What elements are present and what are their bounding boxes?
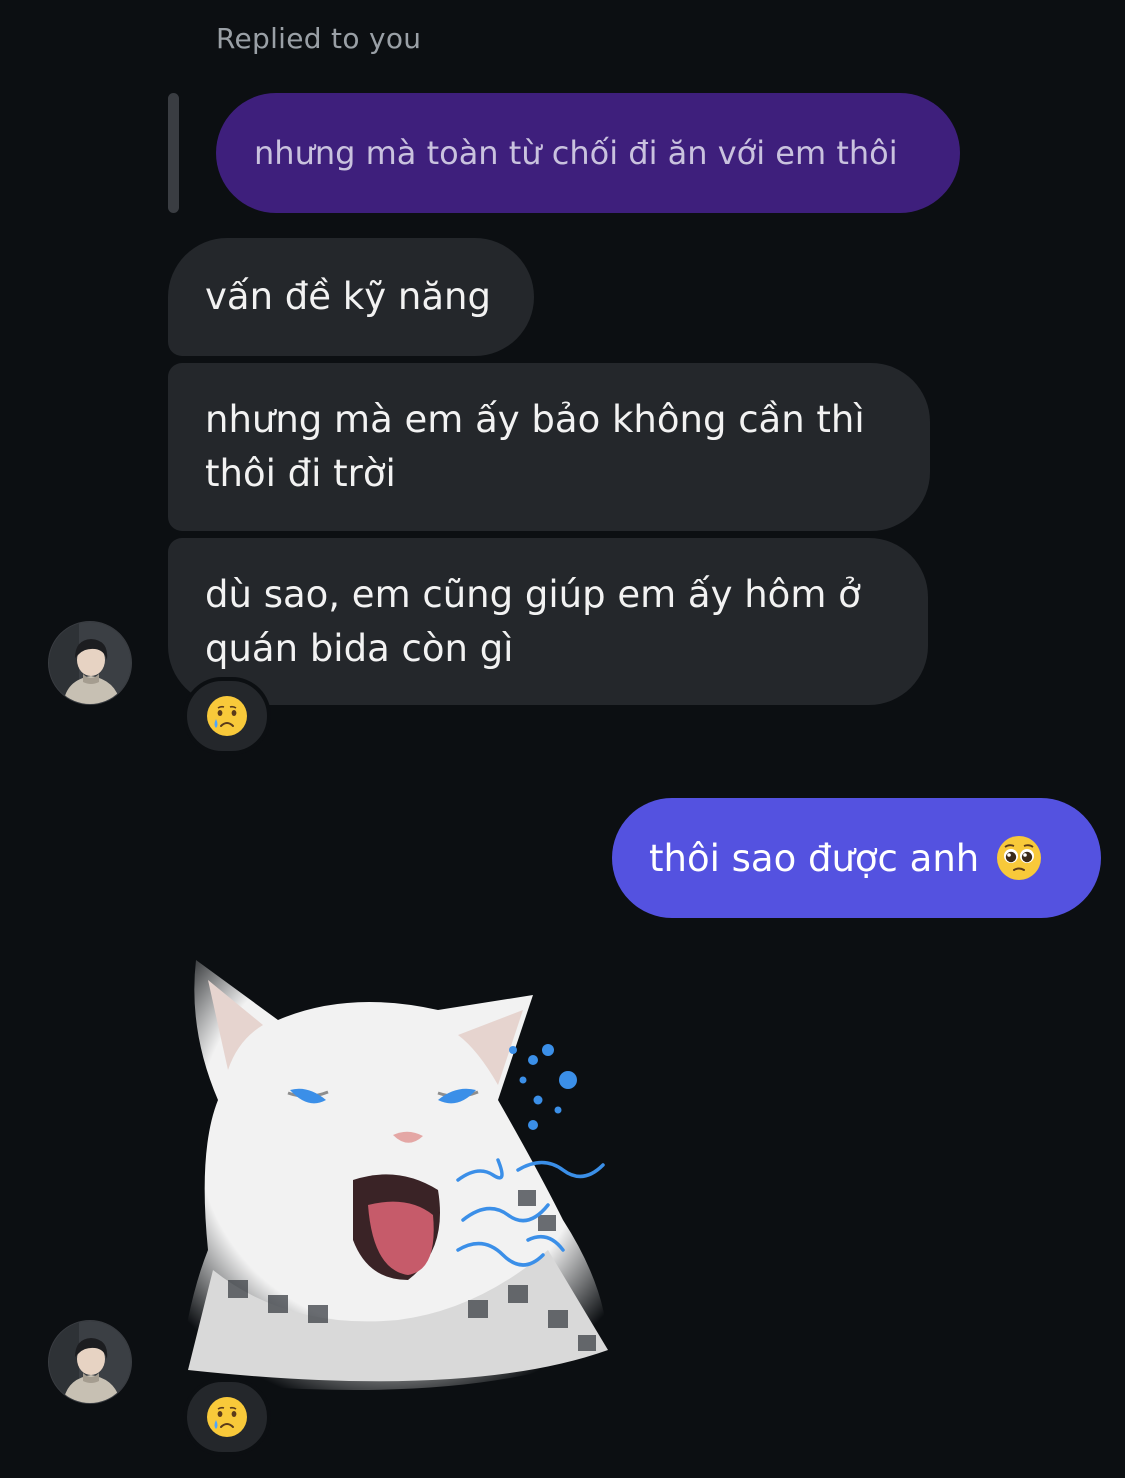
message-bubble[interactable]: vấn đề kỹ năng <box>168 238 534 356</box>
quoted-message-text: nhưng mà toàn từ chối đi ăn với em thôi <box>254 134 898 172</box>
avatar-person-icon <box>49 1321 131 1403</box>
reply-context-label: Replied to you <box>216 22 422 55</box>
sent-message-text: thôi sao được anh <box>649 836 980 880</box>
message-reaction[interactable] <box>183 677 271 755</box>
pleading-face-icon <box>997 836 1042 880</box>
sent-message-bubble[interactable]: thôi sao được anh <box>612 798 1101 918</box>
crying-face-icon <box>207 696 247 736</box>
avatar[interactable] <box>48 621 132 705</box>
message-text: vấn đề kỹ năng <box>205 275 491 318</box>
message-reaction[interactable] <box>183 1378 271 1456</box>
quoted-message-bubble[interactable]: nhưng mà toàn từ chối đi ăn với em thôi <box>216 93 960 213</box>
message-bubble[interactable]: dù sao, em cũng giúp em ấy hôm ở quán bi… <box>168 538 928 705</box>
message-text: dù sao, em cũng giúp em ấy hôm ở quán bi… <box>205 573 861 670</box>
crying-face-icon <box>207 1397 247 1437</box>
quote-bar <box>168 93 179 213</box>
avatar-person-icon <box>49 622 131 704</box>
message-text: nhưng mà em ấy bảo không cần thì thôi đi… <box>205 398 865 495</box>
message-bubble[interactable]: nhưng mà em ấy bảo không cần thì thôi đi… <box>168 363 930 531</box>
sticker-message[interactable] <box>168 950 628 1400</box>
pleading-face-emoji <box>995 834 1043 882</box>
avatar[interactable] <box>48 1320 132 1404</box>
crying-white-cat-sticker <box>178 960 608 1390</box>
